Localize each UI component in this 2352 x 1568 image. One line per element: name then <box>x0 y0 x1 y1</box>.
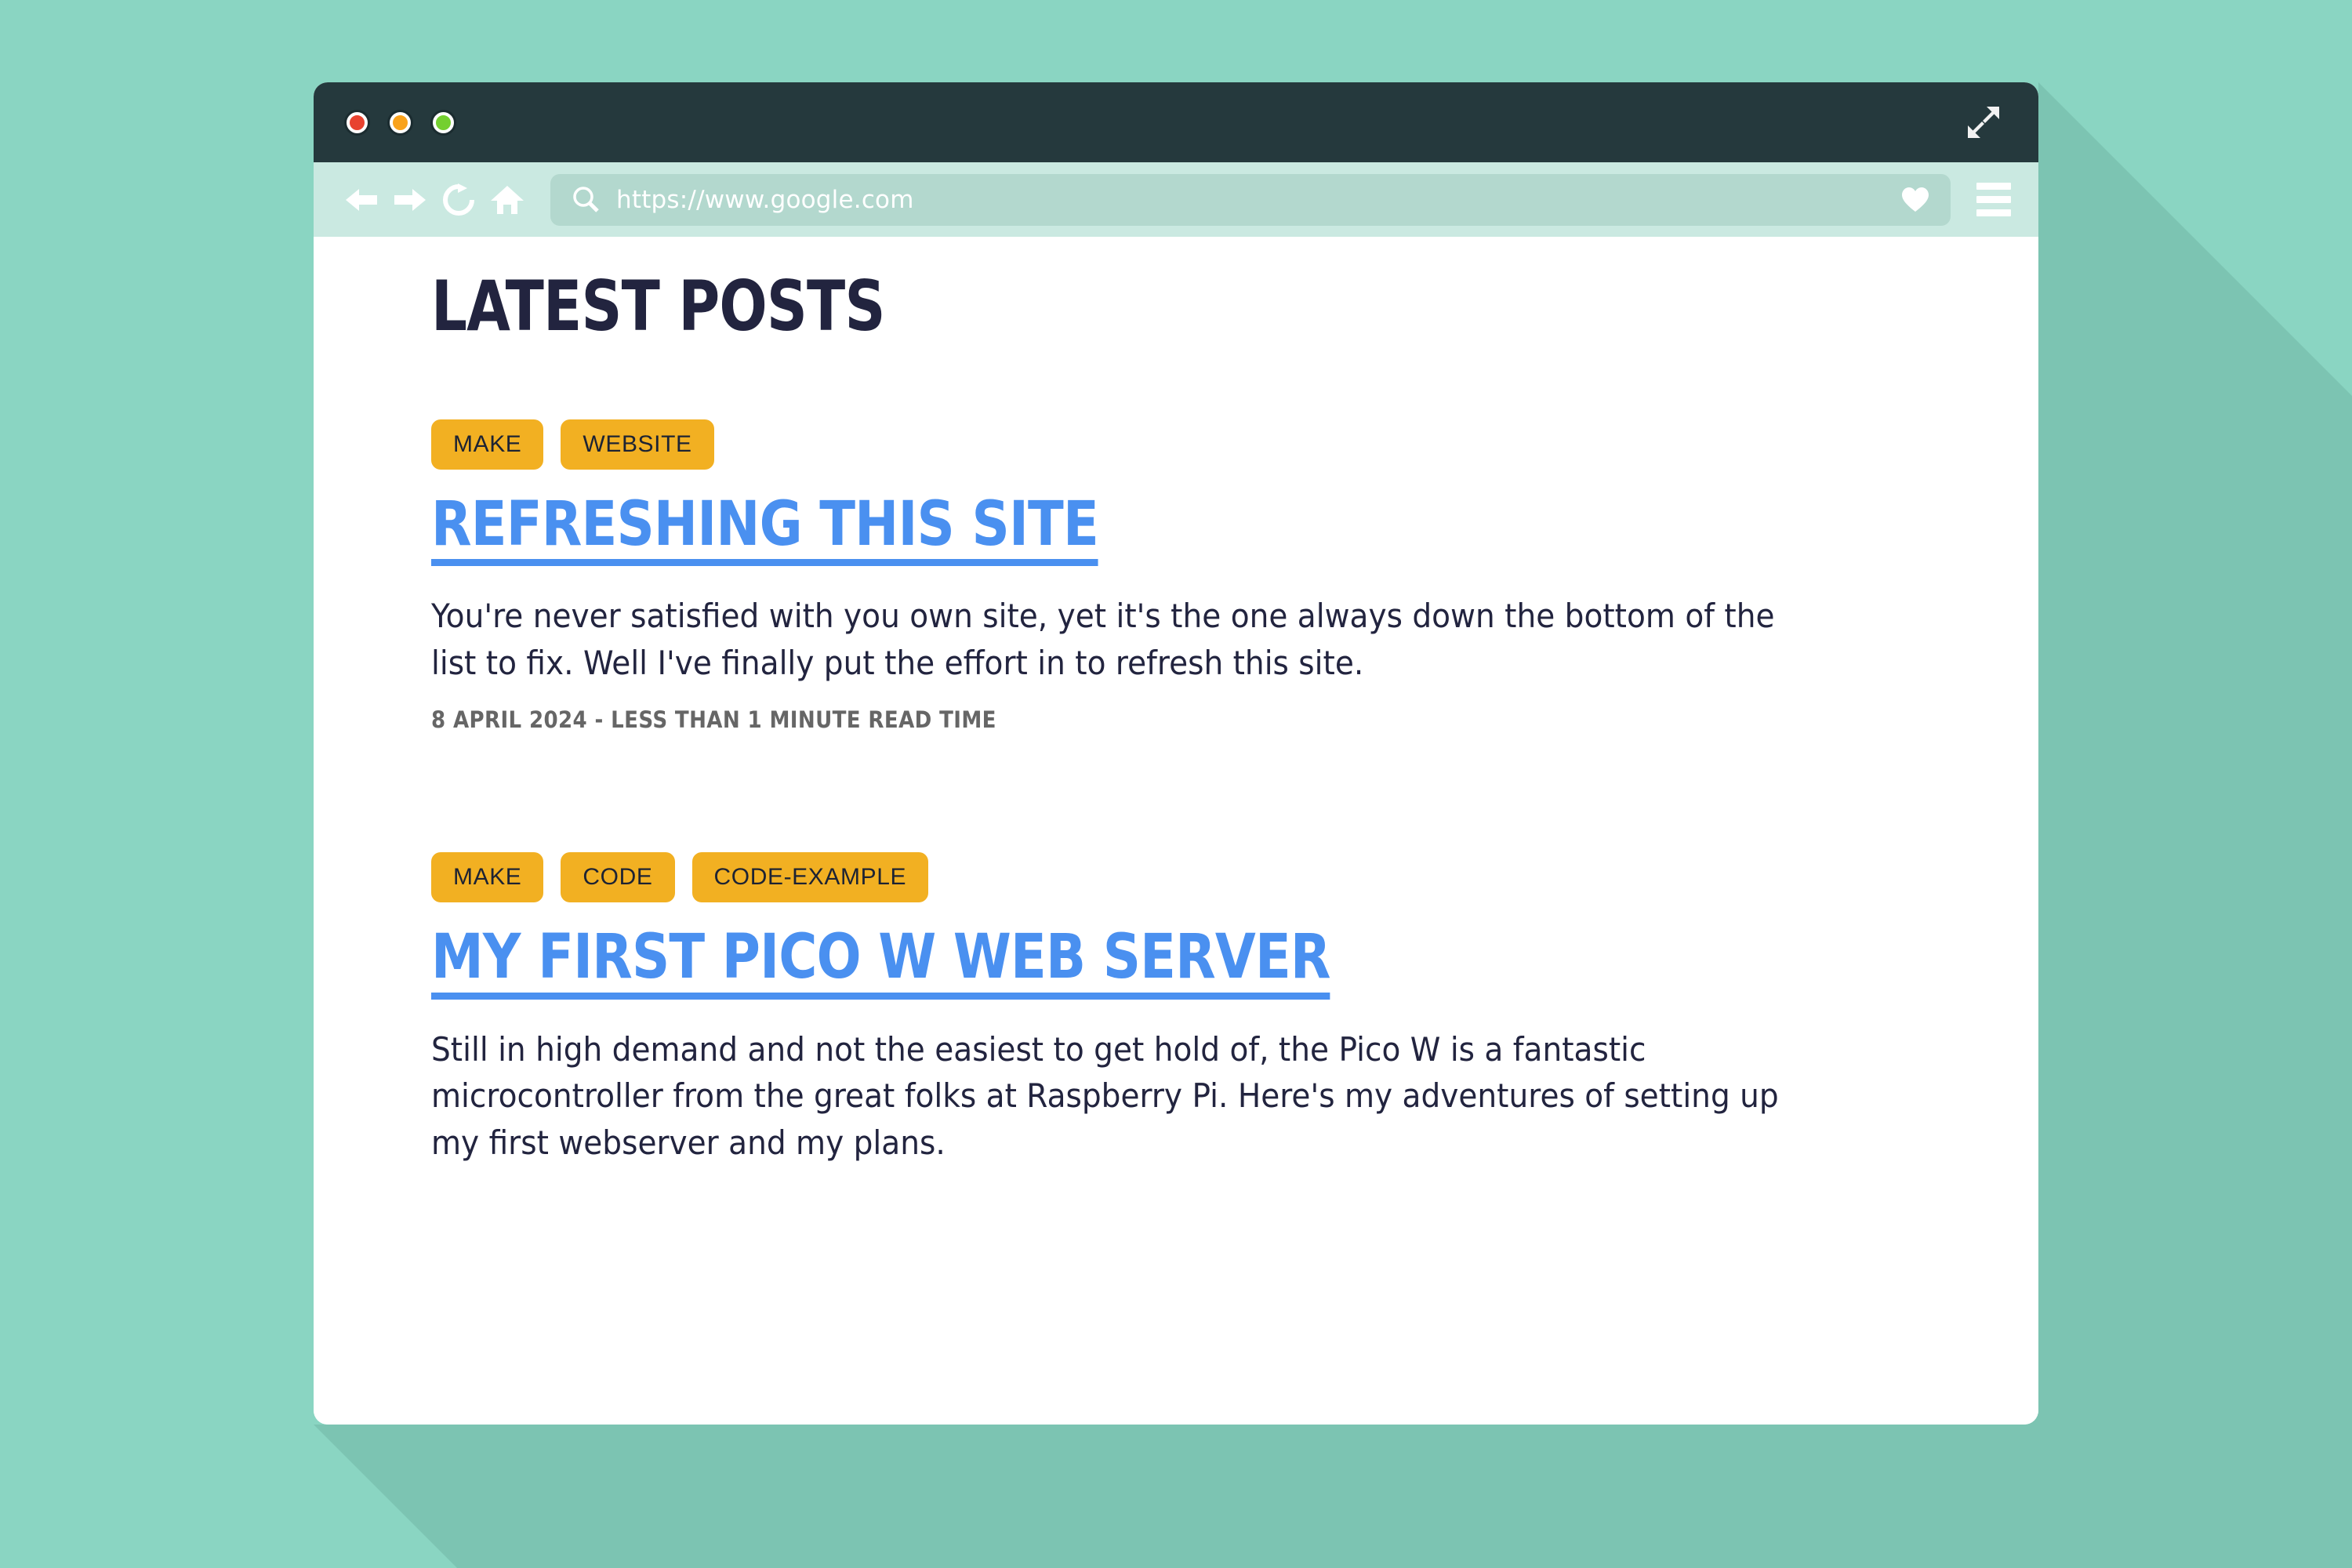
arrow-left-icon[interactable] <box>337 176 386 224</box>
url-input[interactable]: https://www.google.com <box>616 186 1885 214</box>
tag-pill[interactable]: CODE <box>561 852 675 903</box>
tag-pill[interactable]: MAKE <box>431 852 544 903</box>
browser-window: https://www.google.com LATEST POSTS MAKE… <box>314 82 2038 1425</box>
page-title: LATEST POSTS <box>431 266 885 347</box>
search-icon <box>571 185 601 215</box>
traffic-lights <box>347 111 454 133</box>
address-bar[interactable]: https://www.google.com <box>550 173 1951 226</box>
post-title-link[interactable]: MY FIRST PICO W WEB SERVER <box>431 924 1331 1000</box>
tag-pill[interactable]: CODE-EXAMPLE <box>691 852 929 903</box>
home-icon[interactable] <box>483 176 532 224</box>
maximize-button[interactable] <box>433 111 454 133</box>
arrow-right-icon[interactable] <box>386 176 434 224</box>
minimize-button[interactable] <box>390 111 411 133</box>
menu-line-2 <box>1976 196 2011 203</box>
heart-icon[interactable] <box>1900 186 1930 214</box>
post-tags: MAKE WEBSITE <box>431 419 1976 470</box>
post-tags: MAKE CODE CODE-EXAMPLE <box>431 852 1976 903</box>
page-content: LATEST POSTS MAKE WEBSITE REFRESHING THI… <box>314 272 2038 1167</box>
post-title-link[interactable]: REFRESHING THIS SITE <box>431 492 1099 567</box>
expand-arrows-icon[interactable] <box>1960 99 2007 146</box>
tag-pill[interactable]: MAKE <box>431 419 544 470</box>
hamburger-menu-icon[interactable] <box>1971 177 2016 223</box>
post-meta: 8 APRIL 2024 - LESS THAN 1 MINUTE READ T… <box>431 706 996 734</box>
browser-toolbar: https://www.google.com <box>314 162 2038 237</box>
menu-line-1 <box>1976 183 2011 190</box>
window-titlebar[interactable] <box>314 82 2038 162</box>
post-excerpt: Still in high demand and not the easiest… <box>431 1029 1779 1162</box>
post-excerpt: You're never satisfied with you own site… <box>431 597 1775 682</box>
tag-pill[interactable]: WEBSITE <box>561 419 714 470</box>
post-item: MAKE CODE CODE-EXAMPLE MY FIRST PICO W W… <box>431 852 1976 1166</box>
close-button[interactable] <box>347 111 368 133</box>
page-viewport: LATEST POSTS MAKE WEBSITE REFRESHING THI… <box>314 237 2038 1425</box>
post-item: MAKE WEBSITE REFRESHING THIS SITE You're… <box>431 419 1976 733</box>
menu-line-3 <box>1976 209 2011 216</box>
reload-icon[interactable] <box>434 176 483 224</box>
